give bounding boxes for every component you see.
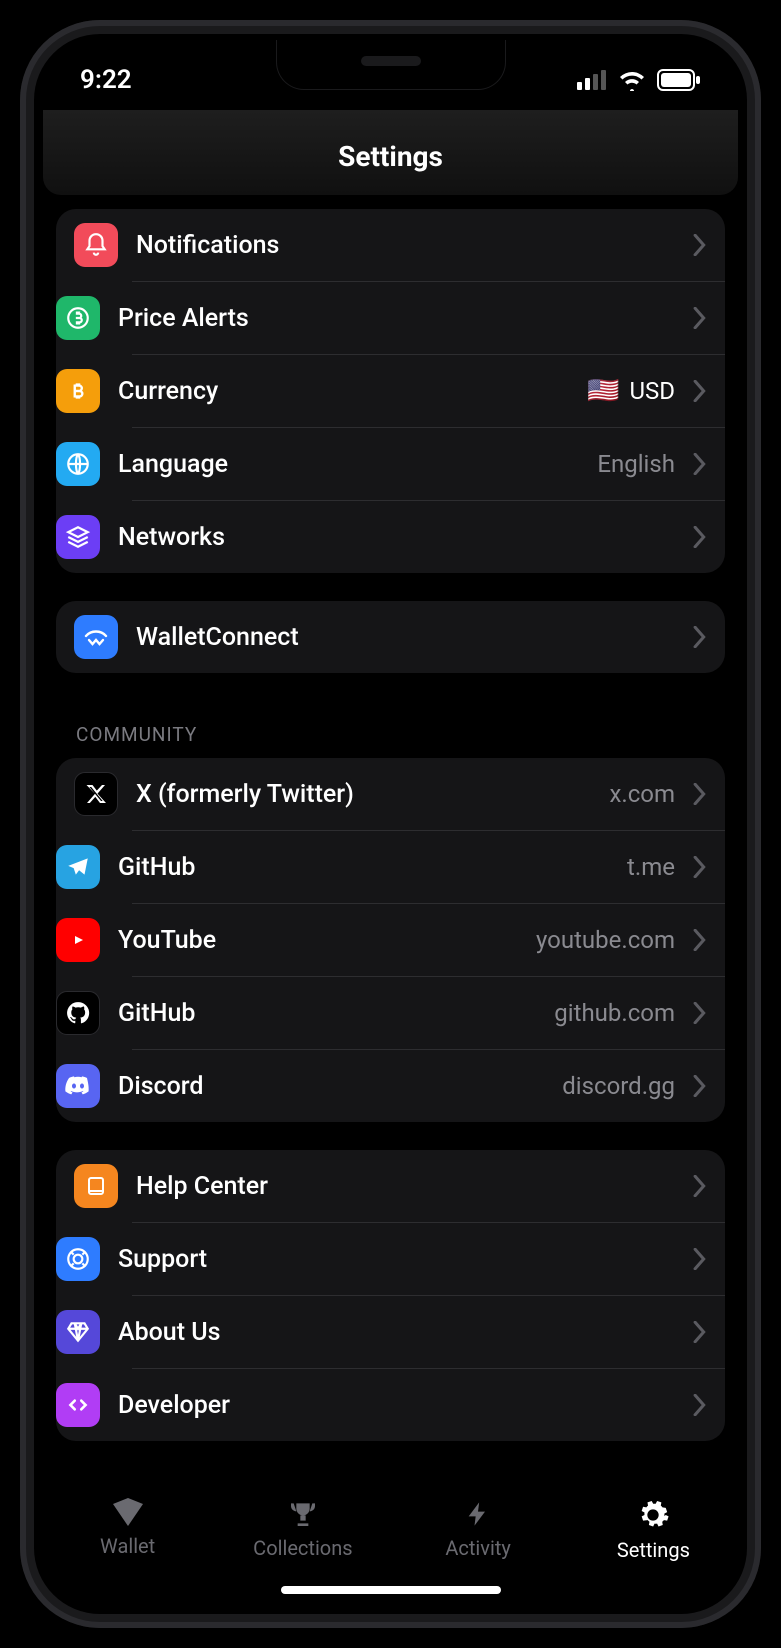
row-help-center[interactable]: Help Center xyxy=(56,1150,725,1222)
book-icon xyxy=(74,1164,118,1208)
chevron-right-icon xyxy=(693,453,707,475)
tab-label: Activity xyxy=(445,1536,510,1560)
row-label: Support xyxy=(118,1245,675,1274)
page-title: Settings xyxy=(43,140,738,173)
content[interactable]: Notifications Price Alerts Currency xyxy=(40,195,741,1488)
bitcoin-alert-icon xyxy=(56,296,100,340)
row-youtube[interactable]: YouTube youtube.com xyxy=(132,903,725,976)
tab-label: Settings xyxy=(617,1538,690,1562)
settings-group-community: X (formerly Twitter) x.com GitHub t.me xyxy=(56,758,725,1122)
chevron-right-icon xyxy=(693,307,707,329)
row-label: X (formerly Twitter) xyxy=(136,780,591,809)
battery-icon xyxy=(657,69,701,91)
tab-wallet[interactable]: Wallet xyxy=(40,1498,215,1608)
chevron-right-icon xyxy=(693,1321,707,1343)
row-support[interactable]: Support xyxy=(132,1222,725,1295)
settings-group-walletconnect: WalletConnect xyxy=(56,601,725,673)
row-label: Discord xyxy=(118,1072,544,1101)
row-value: discord.gg xyxy=(562,1072,675,1100)
row-networks[interactable]: Networks xyxy=(132,500,725,573)
chevron-right-icon xyxy=(693,1075,707,1097)
lifebuoy-icon xyxy=(56,1237,100,1281)
settings-group-prefs: Notifications Price Alerts Currency xyxy=(56,209,725,573)
bolt-tab-icon xyxy=(464,1498,492,1530)
tab-settings[interactable]: Settings xyxy=(566,1498,741,1608)
github-icon xyxy=(56,991,100,1035)
chevron-right-icon xyxy=(693,1002,707,1024)
code-icon xyxy=(56,1383,100,1427)
row-label: Currency xyxy=(118,377,569,406)
home-indicator[interactable] xyxy=(281,1586,501,1594)
tab-label: Collections xyxy=(253,1536,352,1560)
row-label: Price Alerts xyxy=(118,304,675,333)
flag-icon: 🇺🇸 xyxy=(587,376,619,406)
screen: 9:22 Settings Notifications xyxy=(40,40,741,1608)
row-discord[interactable]: Discord discord.gg xyxy=(132,1049,725,1122)
youtube-icon xyxy=(56,918,100,962)
chevron-right-icon xyxy=(693,1394,707,1416)
row-label: Help Center xyxy=(136,1172,675,1201)
diamond-icon xyxy=(56,1310,100,1354)
bell-icon xyxy=(74,223,118,267)
row-label: About Us xyxy=(118,1318,675,1347)
walletconnect-icon xyxy=(74,615,118,659)
gear-tab-icon xyxy=(636,1498,670,1532)
row-value: youtube.com xyxy=(536,926,675,954)
row-x-twitter[interactable]: X (formerly Twitter) x.com xyxy=(56,758,725,830)
wallet-tab-icon xyxy=(110,1498,146,1528)
row-value: t.me xyxy=(627,853,675,881)
chevron-right-icon xyxy=(693,626,707,648)
row-value: 🇺🇸 USD xyxy=(587,376,675,406)
layers-icon xyxy=(56,515,100,559)
tab-label: Wallet xyxy=(100,1534,155,1558)
chevron-right-icon xyxy=(693,1248,707,1270)
currency-code: USD xyxy=(629,377,675,405)
row-language[interactable]: Language English xyxy=(132,427,725,500)
telegram-icon xyxy=(56,845,100,889)
row-price-alerts[interactable]: Price Alerts xyxy=(132,281,725,354)
row-label: Developer xyxy=(118,1391,675,1420)
status-time: 9:22 xyxy=(80,65,132,95)
settings-group-help: Help Center Support About Us xyxy=(56,1150,725,1441)
chevron-right-icon xyxy=(693,856,707,878)
row-label: Notifications xyxy=(136,231,675,260)
x-icon xyxy=(74,772,118,816)
trophy-tab-icon xyxy=(286,1498,320,1530)
chevron-right-icon xyxy=(693,380,707,402)
header: Settings xyxy=(43,110,738,195)
section-header-community: COMMUNITY xyxy=(56,701,725,758)
row-telegram[interactable]: GitHub t.me xyxy=(132,830,725,903)
row-label: Language xyxy=(118,450,579,479)
globe-icon xyxy=(56,442,100,486)
cellular-icon xyxy=(577,70,607,90)
chevron-right-icon xyxy=(693,1175,707,1197)
row-currency[interactable]: Currency 🇺🇸 USD xyxy=(132,354,725,427)
row-walletconnect[interactable]: WalletConnect xyxy=(56,601,725,673)
chevron-right-icon xyxy=(693,234,707,256)
chevron-right-icon xyxy=(693,526,707,548)
status-icons xyxy=(577,69,701,91)
row-label: GitHub xyxy=(118,853,609,882)
row-notifications[interactable]: Notifications xyxy=(56,209,725,281)
notch xyxy=(276,40,506,90)
row-developer[interactable]: Developer xyxy=(132,1368,725,1441)
row-label: Networks xyxy=(118,523,675,552)
row-label: WalletConnect xyxy=(136,623,675,652)
row-value: github.com xyxy=(554,999,675,1027)
phone-frame: 9:22 Settings Notifications xyxy=(20,20,761,1628)
bitcoin-icon xyxy=(56,369,100,413)
chevron-right-icon xyxy=(693,929,707,951)
chevron-right-icon xyxy=(693,783,707,805)
row-label: YouTube xyxy=(118,926,518,955)
row-value: x.com xyxy=(609,780,675,808)
row-label: GitHub xyxy=(118,999,536,1028)
row-about-us[interactable]: About Us xyxy=(132,1295,725,1368)
wifi-icon xyxy=(617,69,647,91)
row-value: English xyxy=(597,450,675,478)
discord-icon xyxy=(56,1064,100,1108)
row-github[interactable]: GitHub github.com xyxy=(132,976,725,1049)
